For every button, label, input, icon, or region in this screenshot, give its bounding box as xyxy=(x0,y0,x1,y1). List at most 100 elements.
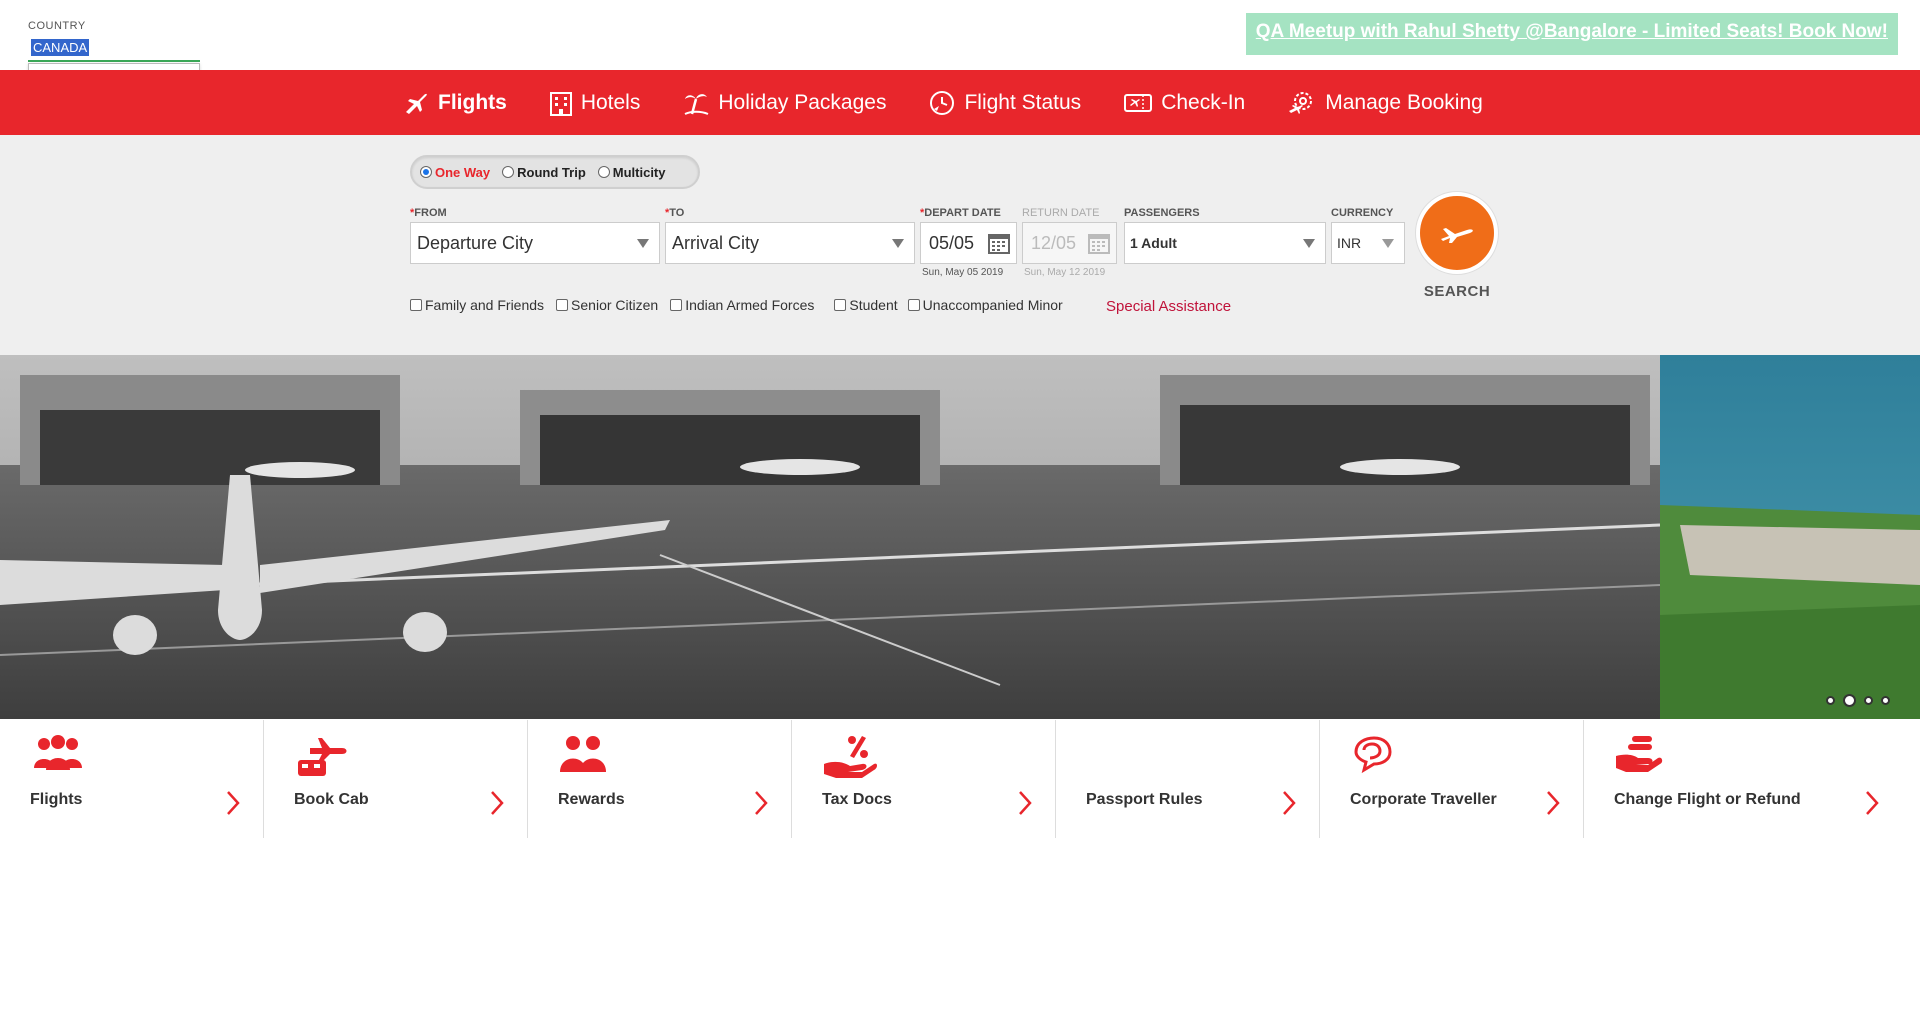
hotel-icon xyxy=(549,91,572,116)
tile-label: Corporate Traveller xyxy=(1350,791,1497,808)
tile-label: Change Flight or Refund xyxy=(1614,791,1801,808)
checkbox-indian-armed-forces[interactable]: Indian Armed Forces xyxy=(670,297,814,313)
trip-type-toggle: One Way Round Trip Multicity xyxy=(410,155,700,189)
tile-tax-docs[interactable]: Tax Docs xyxy=(792,720,1056,838)
nav-item-flights[interactable]: Flights xyxy=(404,90,507,116)
nav-label: Hotels xyxy=(580,90,641,114)
return-date-label: RETURN DATE xyxy=(1022,207,1100,219)
nav-label: Manage Booking xyxy=(1325,90,1483,114)
rewards-people-icon xyxy=(560,736,606,772)
tile-rewards[interactable]: Rewards xyxy=(528,720,792,838)
caret-down-icon xyxy=(1382,239,1394,248)
carousel-dot[interactable] xyxy=(1826,696,1835,705)
tile-label: Book Cab xyxy=(294,791,369,808)
trip-option-multicity[interactable]: Multicity xyxy=(597,165,666,180)
search-panel: One Way Round Trip Multicity *FROM Depar… xyxy=(0,135,1920,355)
checkbox-family-and-friends[interactable]: Family and Friends xyxy=(410,297,544,313)
radio-button[interactable] xyxy=(502,166,515,178)
tile-flights[interactable]: Flights xyxy=(0,720,264,838)
carousel-dot[interactable] xyxy=(1881,696,1890,705)
return-date-input[interactable]: 12/05 xyxy=(1022,222,1117,264)
main-nav: Flights Hotels Holiday Packages Flight S… xyxy=(0,70,1920,135)
search-label: SEARCH xyxy=(1423,283,1491,300)
discount-checkboxes: Family and Friends Senior Citizen Indian… xyxy=(410,297,1075,313)
tile-change-flight-or-refund[interactable]: Change Flight or Refund xyxy=(1584,720,1920,838)
tile-book-cab[interactable]: Book Cab xyxy=(264,720,528,838)
from-label: *FROM xyxy=(410,207,447,219)
country-label: COUNTRY xyxy=(28,20,86,32)
cab-plane-icon xyxy=(298,738,347,776)
caret-down-icon xyxy=(1303,239,1315,248)
trip-option-round-trip[interactable]: Round Trip xyxy=(502,165,586,180)
caret-down-icon xyxy=(637,239,649,248)
passengers-label: PASSENGERS xyxy=(1124,207,1200,219)
nav-label: Flights xyxy=(438,90,507,114)
special-assistance-link[interactable]: Special Assistance xyxy=(1106,298,1231,315)
currency-select[interactable]: INR xyxy=(1331,222,1405,264)
promo-link[interactable]: QA Meetup with Rahul Shetty @Bangalore -… xyxy=(1256,21,1888,42)
checkbox-senior-citizen[interactable]: Senior Citizen xyxy=(556,297,658,313)
chat-bubble-icon xyxy=(1354,736,1392,774)
trip-option-one-way[interactable]: One Way xyxy=(420,165,490,180)
people-group-icon xyxy=(34,735,82,770)
tile-corporate-traveller[interactable]: Corporate Traveller xyxy=(1320,720,1584,838)
checkbox-student[interactable]: Student xyxy=(834,297,898,313)
country-input[interactable]: CANADA xyxy=(28,39,200,62)
tile-label: Tax Docs xyxy=(822,791,892,808)
depart-date-label: *DEPART DATE xyxy=(920,207,1001,219)
nav-item-holiday-packages[interactable]: Holiday Packages xyxy=(682,89,886,117)
tile-label: Flights xyxy=(30,791,83,808)
carousel-dots xyxy=(1818,694,1890,707)
checkbox[interactable] xyxy=(907,299,920,311)
hero-airport-image xyxy=(0,355,1920,719)
nav-label: Flight Status xyxy=(964,90,1082,114)
plane-icon xyxy=(1441,228,1473,243)
checkbox[interactable] xyxy=(670,299,683,311)
caret-down-icon xyxy=(892,239,904,248)
checkbox[interactable] xyxy=(834,299,847,311)
nav-item-manage-booking[interactable]: Manage Booking xyxy=(1287,89,1483,117)
promo-banner: QA Meetup with Rahul Shetty @Bangalore -… xyxy=(1245,13,1898,55)
gear-plane-icon xyxy=(1289,91,1313,114)
chevron-right-icon[interactable] xyxy=(1017,790,1033,816)
nav-label: Check-In xyxy=(1161,90,1246,114)
currency-label: CURRENCY xyxy=(1331,207,1394,219)
checkbox-unaccompanied-minor[interactable]: Unaccompanied Minor xyxy=(907,297,1063,313)
refund-hand-icon xyxy=(1616,736,1663,772)
checkbox[interactable] xyxy=(410,299,422,311)
chevron-right-icon[interactable] xyxy=(1545,790,1561,816)
quick-links: Flights Book Cab Rewards Tax Docs Passpo… xyxy=(0,720,1920,838)
carousel-dot-active[interactable] xyxy=(1843,694,1856,707)
to-label: *TO xyxy=(665,207,685,219)
nav-item-check-in[interactable]: Check-In xyxy=(1123,91,1245,115)
chevron-right-icon[interactable] xyxy=(753,790,769,816)
chevron-right-icon[interactable] xyxy=(1864,790,1880,816)
to-select[interactable]: Arrival City xyxy=(665,222,915,264)
calendar-icon[interactable] xyxy=(988,232,1010,254)
palm-tree-icon xyxy=(684,93,709,115)
radio-button[interactable] xyxy=(420,166,432,178)
ticket-icon xyxy=(1124,93,1153,112)
carousel-dot[interactable] xyxy=(1864,696,1873,705)
nav-label: Holiday Packages xyxy=(718,90,887,114)
chevron-right-icon[interactable] xyxy=(225,790,241,816)
return-date-sub: Sun, May 12 2019 xyxy=(1024,267,1106,278)
search-button[interactable] xyxy=(1416,192,1498,274)
passengers-select[interactable]: 1 Adult xyxy=(1124,222,1326,264)
chevron-right-icon[interactable] xyxy=(489,790,505,816)
from-select[interactable]: Departure City xyxy=(410,222,660,264)
tile-passport-rules[interactable]: Passport Rules xyxy=(1056,720,1320,838)
radio-button[interactable] xyxy=(597,166,610,178)
chevron-right-icon[interactable] xyxy=(1281,790,1297,816)
clock-icon xyxy=(930,90,955,115)
nav-item-flight-status[interactable]: Flight Status xyxy=(928,89,1081,117)
percent-hand-icon xyxy=(824,736,877,778)
hero-carousel xyxy=(0,355,1920,719)
depart-date-input[interactable]: 05/05 xyxy=(920,222,1017,264)
plane-icon xyxy=(406,93,427,114)
depart-date-sub: Sun, May 05 2019 xyxy=(922,267,1004,278)
country-input-value: CANADA xyxy=(31,39,90,56)
checkbox[interactable] xyxy=(556,299,569,311)
calendar-icon[interactable] xyxy=(1088,232,1110,254)
nav-item-hotels[interactable]: Hotels xyxy=(549,90,641,116)
